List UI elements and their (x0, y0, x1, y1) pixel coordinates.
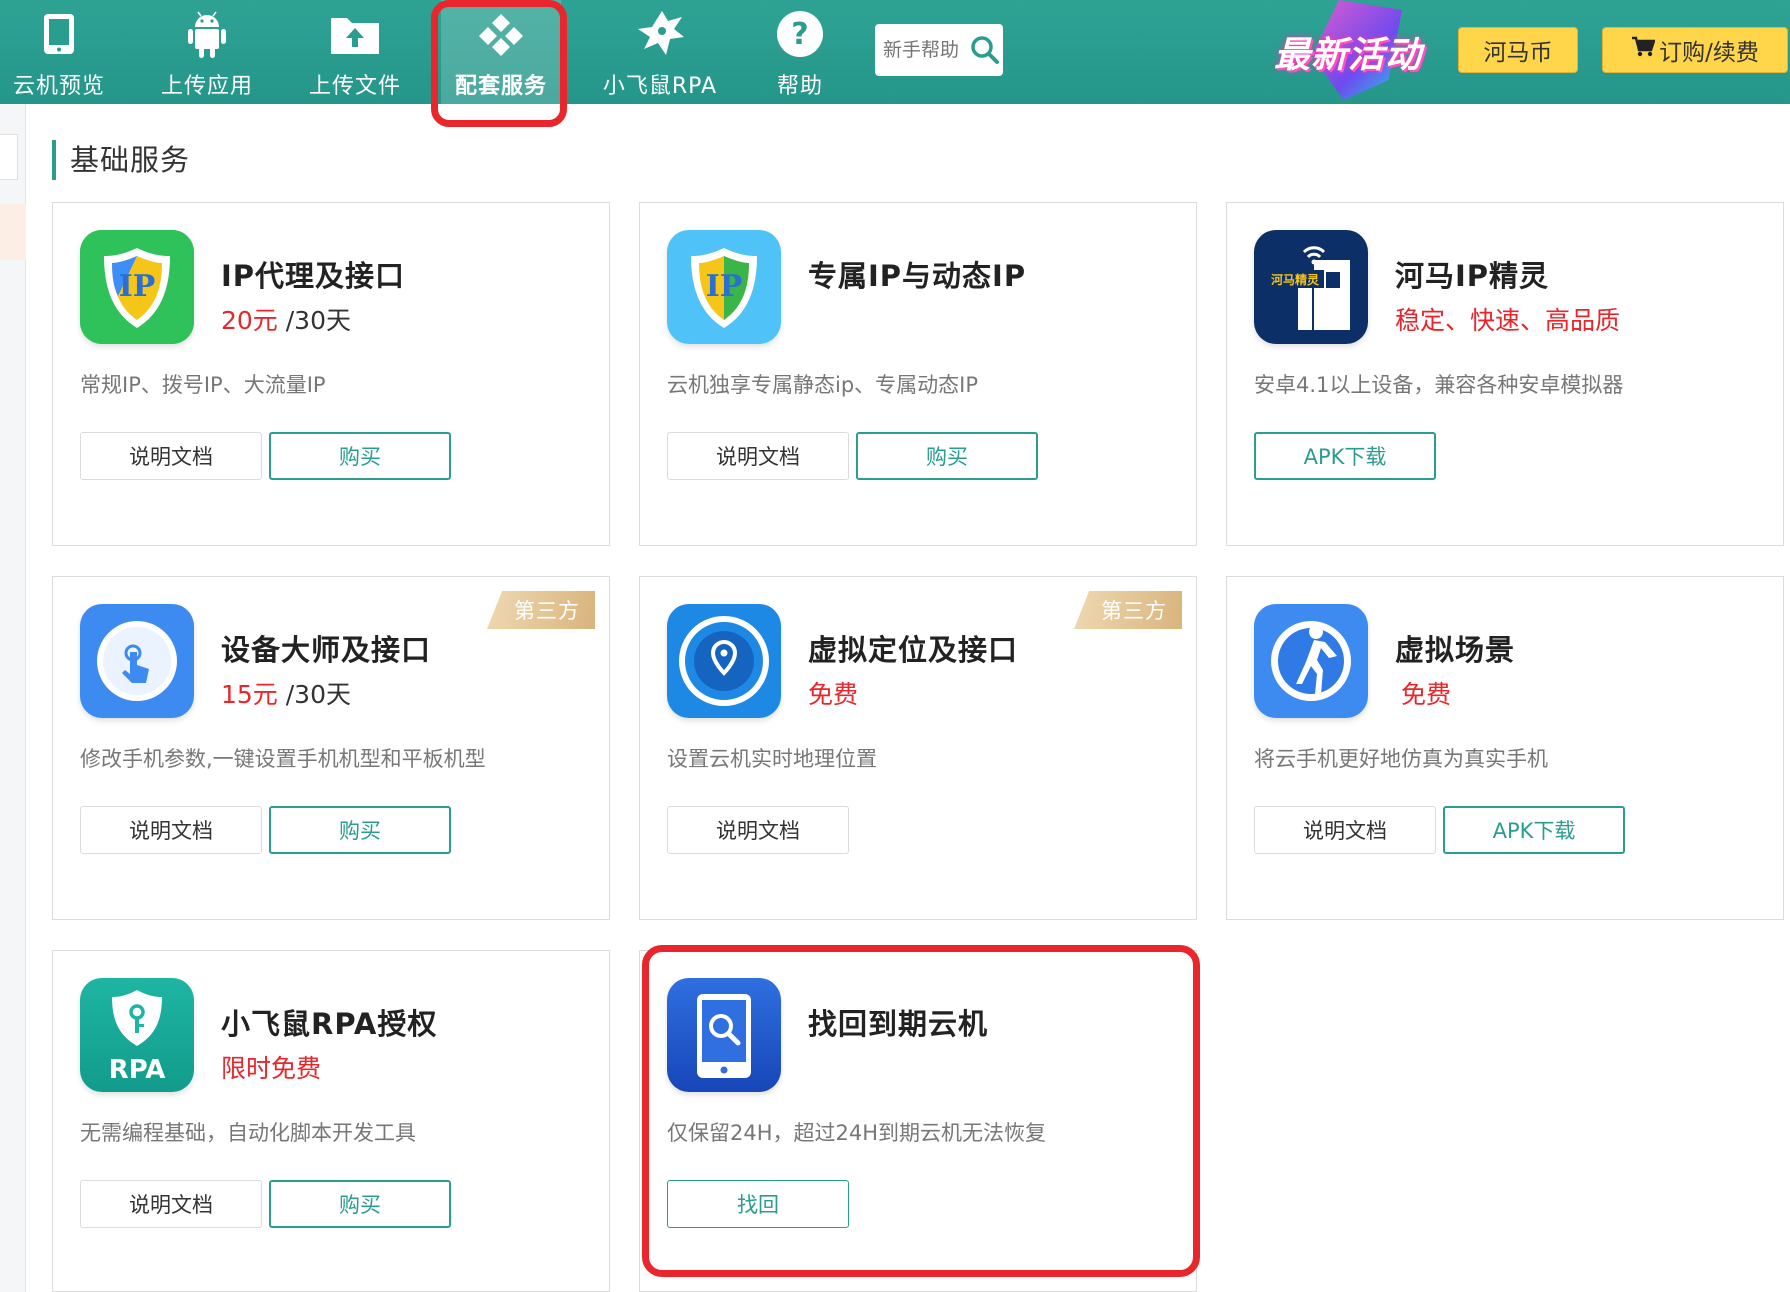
card-price: 15元 /30天 (221, 675, 351, 711)
buy-button[interactable]: 购买 (269, 1180, 451, 1228)
hema-coin-label: 河马币 (1483, 40, 1553, 66)
search-input[interactable] (883, 39, 967, 61)
promo-banner[interactable]: 最新活动 (1262, 0, 1434, 104)
nav-label: 配套服务 (454, 74, 547, 99)
price-value: 稳定、快速、高品质 (1395, 306, 1621, 335)
card-description: 仅保留24H，超过24H到期云机无法恢复 (667, 1121, 1047, 1145)
services-grid-icon (476, 6, 526, 62)
top-nav-bar: 云机预览 上传应用 上传文件 配套服务 小飞鼠RPA ? 帮助 新手帮助 最新活… (0, 0, 1790, 104)
card-description: 无需编程基础，自动化脚本开发工具 (80, 1121, 416, 1145)
android-icon (185, 6, 229, 62)
service-card-virtual-scene: 虚拟场景 免费 将云手机更好地仿真为真实手机 说明文档 APK下载 (1226, 576, 1784, 920)
order-renew-label: 订购/续费 (1659, 40, 1759, 66)
doc-button[interactable]: 说明文档 (667, 806, 849, 854)
ip-shield-blue-icon: IP (667, 230, 781, 344)
doc-button[interactable]: 说明文档 (80, 806, 262, 854)
card-title: 河马IP精灵 (1395, 259, 1550, 293)
nav-label: 云机预览 (12, 74, 105, 99)
rpa-shield-icon: RPA (80, 978, 194, 1092)
service-card-device-master: 第三方 设备大师及接口 15元 /30天 修改手机参数,一键设置手机机型和平板机… (52, 576, 610, 920)
card-description: 将云手机更好地仿真为真实手机 (1254, 747, 1548, 771)
card-title: 虚拟场景 (1395, 633, 1516, 667)
nav-label: 小飞鼠RPA (602, 74, 718, 99)
doc-button[interactable]: 说明文档 (80, 432, 262, 480)
nav-item-upload-app[interactable]: 上传应用 (148, 0, 266, 104)
walking-person-icon (1254, 604, 1368, 718)
card-description: 常规IP、拨号IP、大流量IP (80, 373, 326, 397)
service-card-rpa-license: RPA 小飞鼠RPA授权 限时免费 无需编程基础，自动化脚本开发工具 说明文档 … (52, 950, 610, 1292)
phone-icon (42, 6, 76, 62)
promo-label: 最新活动 (1273, 35, 1422, 76)
sidebar-tab[interactable] (0, 134, 18, 180)
card-description: 安卓4.1以上设备，兼容各种安卓模拟器 (1254, 373, 1624, 397)
doc-button[interactable]: 说明文档 (1254, 806, 1436, 854)
nav-label: 帮助 (776, 74, 823, 99)
card-description: 修改手机参数,一键设置手机机型和平板机型 (80, 747, 486, 771)
service-card-hema-ip: 河马精灵 河马IP精灵 稳定、快速、高品质 安卓4.1以上设备，兼容各种安卓模拟… (1226, 202, 1784, 546)
doc-button[interactable]: 说明文档 (80, 1180, 262, 1228)
folder-upload-icon (329, 6, 381, 62)
sidebar-tab-active[interactable] (0, 204, 26, 260)
price-value: 限时免费 (221, 1054, 322, 1083)
nav-label: 上传应用 (160, 74, 253, 99)
card-title: 找回到期云机 (808, 1007, 989, 1041)
buy-button[interactable]: 购买 (269, 432, 451, 480)
third-party-badge: 第三方 (487, 591, 595, 629)
service-card-ip-proxy: IP IP代理及接口 20元 /30天 常规IP、拨号IP、大流量IP 说明文档… (52, 202, 610, 546)
search-icon[interactable] (967, 30, 1003, 70)
service-card-virtual-location: 第三方 虚拟定位及接口 免费 设置云机实时地理位置 说明文档 (639, 576, 1197, 920)
svg-text:?: ? (791, 17, 808, 52)
device-master-icon (80, 604, 194, 718)
price-value: 免费 (808, 680, 859, 709)
help-icon: ? (775, 6, 825, 62)
search-box (875, 24, 1003, 76)
svg-text:IP: IP (119, 269, 156, 304)
card-price: 20元 /30天 (221, 301, 351, 337)
order-renew-button[interactable]: 订购/续费 (1602, 27, 1788, 73)
card-description: 设置云机实时地理位置 (667, 747, 877, 771)
apk-download-button[interactable]: APK下载 (1443, 806, 1625, 854)
sidebar-collapsed (0, 104, 26, 1292)
nav-item-upload-file[interactable]: 上传文件 (296, 0, 414, 104)
hema-ip-icon: 河马精灵 (1254, 230, 1368, 344)
phone-search-icon (667, 978, 781, 1092)
service-card-dedicated-ip: IP 专属IP与动态IP 云机独享专属静态ip、专属动态IP 说明文档 购买 (639, 202, 1197, 546)
apk-download-button[interactable]: APK下载 (1254, 432, 1436, 480)
third-party-badge: 第三方 (1074, 591, 1182, 629)
price-period: /30天 (277, 680, 351, 709)
price-value: 20元 (221, 306, 278, 335)
hema-icon-text: 河马精灵 (1270, 272, 1320, 287)
recover-button[interactable]: 找回 (667, 1180, 849, 1228)
cart-icon (1631, 36, 1656, 64)
card-price: 免费 (808, 675, 858, 711)
section-title: 基础服务 (52, 140, 190, 180)
nav-label: 上传文件 (308, 74, 401, 99)
flying-squirrel-icon (632, 6, 688, 62)
svg-text:IP: IP (706, 269, 743, 304)
buy-button[interactable]: 购买 (856, 432, 1038, 480)
doc-button[interactable]: 说明文档 (667, 432, 849, 480)
buy-button[interactable]: 购买 (269, 806, 451, 854)
nav-item-cloud-preview[interactable]: 云机预览 (0, 0, 118, 104)
service-card-recover-cloud-phone: 找回到期云机 仅保留24H，超过24H到期云机无法恢复 找回 (639, 950, 1197, 1292)
location-pin-icon (667, 604, 781, 718)
nav-item-rpa[interactable]: 小飞鼠RPA (596, 0, 724, 104)
nav-item-help[interactable]: ? 帮助 (748, 0, 852, 104)
hema-coin-button[interactable]: 河马币 (1458, 27, 1578, 73)
nav-item-services[interactable]: 配套服务 (441, 0, 561, 104)
card-price: 限时免费 (221, 1049, 321, 1085)
card-description: 云机独享专属静态ip、专属动态IP (667, 373, 979, 397)
card-price: 稳定、快速、高品质 (1395, 301, 1620, 337)
card-title: 专属IP与动态IP (808, 259, 1027, 293)
price-period: /30天 (277, 306, 351, 335)
card-title: IP代理及接口 (221, 259, 406, 293)
card-title: 小飞鼠RPA授权 (221, 1007, 438, 1041)
card-title: 设备大师及接口 (221, 633, 432, 667)
card-price: 免费 (1401, 675, 1451, 711)
rpa-icon-text: RPA (109, 1055, 166, 1085)
ip-shield-green-icon: IP (80, 230, 194, 344)
price-value: 免费 (1401, 680, 1452, 709)
price-value: 15元 (221, 680, 278, 709)
card-title: 虚拟定位及接口 (808, 633, 1019, 667)
